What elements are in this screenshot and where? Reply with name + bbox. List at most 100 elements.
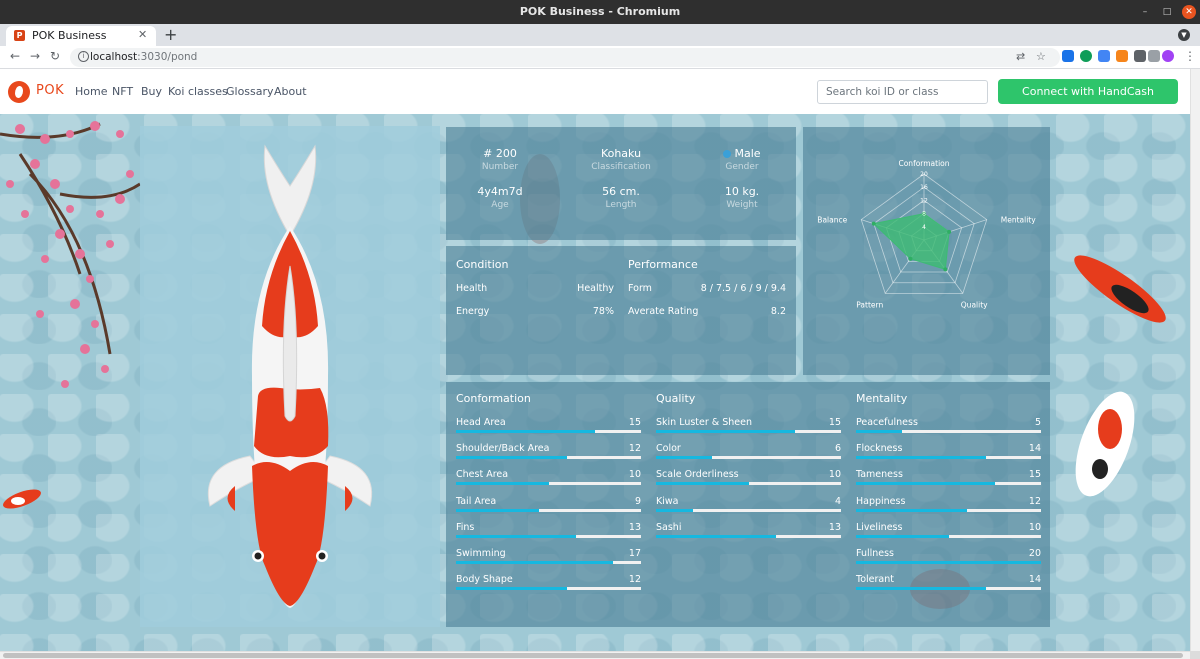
trait-bar-fill — [856, 561, 1041, 564]
site-info-icon[interactable]: i — [78, 51, 89, 62]
koi-number-label: Number — [481, 162, 519, 172]
close-icon[interactable]: ✕ — [1182, 5, 1196, 19]
trait-row: Happiness 12 — [856, 496, 1041, 514]
energy-label: Energy — [456, 306, 490, 317]
address-bar[interactable]: i localhost:3030/pond ⇄ ☆ — [70, 48, 1060, 67]
connect-handcash-button[interactable]: Connect with HandCash — [998, 79, 1178, 104]
trait-value: 15 — [628, 417, 641, 428]
trait-bar — [856, 456, 1041, 460]
trait-bar-fill — [456, 534, 577, 538]
koi-weight: 10 kg. — [724, 185, 760, 198]
maximize-icon[interactable]: □ — [1160, 5, 1174, 19]
trait-name: Happiness — [856, 495, 906, 507]
tab-search-icon[interactable]: ▼ — [1178, 29, 1190, 41]
trait-row: Color 6 — [656, 443, 841, 461]
trait-bar-fill — [456, 587, 567, 591]
nav-link-buy[interactable]: Buy — [141, 85, 162, 98]
trait-name: Liveliness — [856, 521, 903, 533]
trait-bar-fill — [456, 561, 614, 564]
logo-text[interactable]: POK — [36, 83, 64, 98]
new-tab-icon[interactable]: + — [164, 25, 177, 44]
url-text: localhost:3030/pond — [90, 51, 197, 63]
trait-bar — [656, 430, 841, 433]
trait-name: Swimming — [456, 548, 506, 559]
metamask-icon[interactable] — [1116, 50, 1128, 62]
reading-list-icon[interactable] — [1148, 50, 1160, 62]
koi-age: 4y4m7d — [477, 185, 523, 198]
trait-value: 10 — [828, 469, 841, 481]
back-icon[interactable]: ← — [10, 49, 20, 63]
trait-name: Tolerant — [856, 574, 894, 586]
trait-value: 6 — [834, 443, 841, 455]
forward-icon[interactable]: → — [30, 49, 40, 63]
koi-illustration — [207, 144, 373, 608]
profile-avatar-icon[interactable] — [1162, 50, 1174, 62]
nav-link-glossary[interactable]: Glossary — [226, 85, 274, 98]
trait-value: 20 — [1028, 548, 1041, 559]
tab-close-icon[interactable]: ✕ — [138, 28, 147, 41]
trait-row: Skin Luster & Sheen 15 — [656, 417, 841, 435]
trait-row: Fullness 20 — [856, 548, 1041, 566]
stat-weight: 10 kg. Weight — [687, 185, 797, 210]
extension-icon[interactable] — [1080, 50, 1092, 62]
trait-bar — [856, 508, 1041, 512]
trait-bar — [656, 534, 841, 538]
translate-icon[interactable]: ⇄ — [1016, 50, 1025, 63]
trait-value: 4 — [834, 495, 841, 507]
extension-icon[interactable] — [1062, 50, 1074, 62]
koi-length: 56 cm. — [602, 185, 640, 198]
trait-name: Tameness — [856, 469, 903, 481]
radar-data-point — [871, 221, 876, 226]
trait-row: Sashi 13 — [656, 522, 841, 540]
trait-row: Liveliness 10 — [856, 522, 1041, 540]
performance-title: Performance — [628, 258, 698, 271]
stat-age: 4y4m7d Age — [445, 185, 555, 210]
radar-tick-label: 8 — [922, 211, 926, 218]
nav-link-nft[interactable]: NFT — [112, 85, 133, 98]
vertical-scrollbar[interactable] — [1190, 69, 1200, 651]
scrollbar-corner — [1190, 651, 1200, 659]
trait-value: 12 — [1028, 495, 1041, 507]
trait-row: Tail Area 9 — [456, 496, 641, 514]
trait-bar — [856, 534, 1041, 538]
trait-row: Body Shape 12 — [456, 574, 641, 592]
trait-bar — [456, 561, 641, 564]
horizontal-scrollbar[interactable] — [0, 651, 1190, 659]
condition-performance-panel: Condition Health Healthy Energy 78% Perf… — [446, 246, 796, 375]
app-navbar: POK Home NFT Buy Koi classes Glossary Ab… — [0, 69, 1190, 114]
nav-link-home[interactable]: Home — [75, 85, 107, 98]
trait-row: Scale Orderliness 10 — [656, 469, 841, 487]
search-input[interactable] — [817, 80, 988, 104]
extensions-puzzle-icon[interactable] — [1134, 50, 1146, 62]
radar-data-point — [947, 229, 952, 234]
trait-value: 10 — [1028, 521, 1041, 533]
trait-bar — [656, 508, 841, 512]
nav-link-koi-classes[interactable]: Koi classes — [168, 85, 228, 98]
trait-value: 10 — [628, 469, 641, 481]
trait-name: Fullness — [856, 548, 895, 559]
nav-link-about[interactable]: About — [274, 85, 307, 98]
stat-length: 56 cm. Length — [566, 185, 676, 210]
extension-icon[interactable] — [1098, 50, 1110, 62]
browser-tab[interactable]: P POK Business ✕ — [6, 26, 156, 46]
radar-tick-label: 20 — [920, 171, 928, 178]
trait-row: Tameness 15 — [856, 469, 1041, 487]
bookmark-star-icon[interactable]: ☆ — [1036, 50, 1046, 63]
trait-bar-fill — [856, 508, 967, 512]
reload-icon[interactable]: ↻ — [50, 49, 60, 63]
trait-name: Tail Area — [456, 495, 497, 507]
trait-bar — [856, 430, 1041, 433]
trait-name: Shoulder/Back Area — [456, 443, 550, 455]
stat-number: # 200 Number — [445, 147, 555, 172]
window-title: POK Business - Chromium — [519, 5, 681, 18]
trait-value: 17 — [628, 548, 641, 559]
browser-menu-icon[interactable]: ⋮ — [1184, 49, 1196, 63]
trait-name: Body Shape — [456, 574, 513, 586]
trait-name: Head Area — [456, 417, 506, 428]
koi-weight-label: Weight — [726, 200, 758, 210]
radar-axis-label: Conformation — [898, 159, 949, 168]
minimize-icon[interactable]: – — [1138, 5, 1152, 19]
pok-logo-icon[interactable] — [8, 81, 30, 103]
radar-axis-label: Mentality — [1001, 216, 1036, 225]
scrollbar-thumb[interactable] — [3, 653, 1183, 658]
